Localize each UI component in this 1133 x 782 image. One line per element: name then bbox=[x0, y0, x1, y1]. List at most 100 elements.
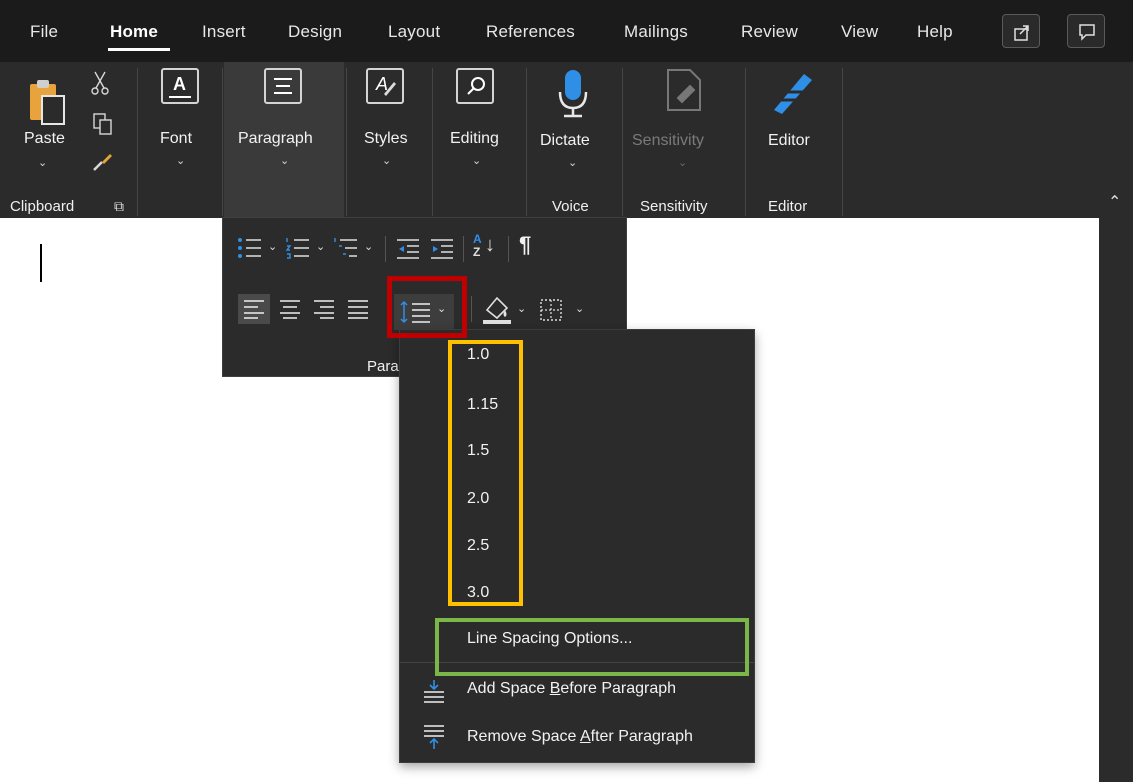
toolbar-separator bbox=[508, 236, 509, 262]
paragraph-group-label: Para bbox=[367, 358, 399, 375]
group-separator bbox=[622, 68, 623, 216]
align-center-icon[interactable] bbox=[278, 299, 302, 319]
toolbar-separator bbox=[463, 236, 464, 262]
font-label: Font bbox=[160, 130, 193, 147]
toolbar-separator bbox=[385, 236, 386, 262]
chevron-down-icon: ⌄ bbox=[568, 157, 578, 169]
dictate-button[interactable]: Dictate ⌄ bbox=[534, 68, 614, 188]
group-separator bbox=[526, 68, 527, 216]
tab-home[interactable]: Home bbox=[110, 22, 158, 42]
pilcrow-icon[interactable]: ¶ bbox=[519, 232, 531, 258]
multilevel-list-icon[interactable] bbox=[333, 236, 359, 260]
tab-references[interactable]: References bbox=[486, 22, 575, 42]
chevron-down-icon: ⌄ bbox=[280, 155, 290, 167]
label-part: Add Space bbox=[467, 680, 550, 697]
tab-design[interactable]: Design bbox=[288, 22, 342, 42]
dialog-launcher-icon[interactable]: ⧉ bbox=[114, 198, 124, 215]
add-space-before-icon bbox=[424, 680, 444, 703]
sensitivity-label: Sensitivity bbox=[632, 132, 705, 149]
bullets-icon[interactable] bbox=[237, 236, 263, 260]
paragraph-icon bbox=[264, 68, 302, 104]
group-label-sensitivity: Sensitivity bbox=[640, 198, 708, 215]
group-separator bbox=[222, 68, 223, 216]
annotation-box-yellow bbox=[448, 340, 523, 606]
home-ribbon: Paste ⌄ Clipboard ⧉ A Font ⌄ Paragraph ⌄ bbox=[0, 62, 1133, 218]
group-separator bbox=[346, 68, 347, 216]
shading-icon bbox=[483, 296, 511, 324]
align-right-icon[interactable] bbox=[312, 299, 336, 319]
remove-space-after-label: Remove Space After Paragraph bbox=[467, 728, 693, 746]
annotation-box-green bbox=[435, 618, 749, 676]
access-key: A bbox=[579, 728, 591, 745]
comments-button[interactable] bbox=[1067, 14, 1105, 48]
active-tab-indicator bbox=[108, 48, 170, 51]
borders-icon[interactable] bbox=[539, 298, 563, 322]
editor-label: Editor bbox=[768, 132, 810, 149]
shading-button[interactable] bbox=[481, 292, 515, 326]
tab-layout[interactable]: Layout bbox=[388, 22, 440, 42]
add-space-before-label: Add Space Before Paragraph bbox=[467, 680, 676, 698]
tab-insert[interactable]: Insert bbox=[202, 22, 246, 42]
chevron-down-icon: ⌄ bbox=[472, 155, 482, 167]
tab-review[interactable]: Review bbox=[741, 22, 798, 42]
tab-mailings[interactable]: Mailings bbox=[624, 22, 688, 42]
group-label-voice: Voice bbox=[552, 198, 589, 215]
align-left-icon[interactable] bbox=[242, 299, 266, 319]
increase-indent-icon[interactable] bbox=[429, 236, 455, 260]
group-label-editor: Editor bbox=[768, 198, 808, 215]
comment-icon bbox=[1079, 24, 1095, 41]
share-button[interactable] bbox=[1002, 14, 1040, 48]
editing-icon bbox=[456, 68, 494, 104]
annotation-box-red bbox=[387, 276, 467, 338]
styles-label: Styles bbox=[364, 130, 408, 147]
group-label-clipboard: Clipboard bbox=[10, 198, 75, 215]
chevron-down-icon: ⌄ bbox=[678, 157, 688, 169]
chevron-down-icon[interactable]: ⌄ bbox=[316, 240, 325, 253]
access-key: B bbox=[549, 680, 561, 697]
chevron-down-icon[interactable]: ⌄ bbox=[517, 302, 526, 315]
tab-file[interactable]: File bbox=[30, 22, 58, 42]
collapse-ribbon-icon[interactable]: ⌃ bbox=[1108, 192, 1121, 212]
paste-label: Paste bbox=[24, 130, 65, 147]
chevron-down-icon[interactable]: ⌄ bbox=[575, 302, 584, 315]
editing-button[interactable]: Editing ⌄ bbox=[438, 68, 516, 188]
remove-space-after-item[interactable]: Remove Space After Paragraph bbox=[400, 720, 754, 756]
tab-view[interactable]: View bbox=[841, 22, 878, 42]
sort-icon[interactable]: A Z ↓ bbox=[473, 232, 503, 262]
tab-help[interactable]: Help bbox=[917, 22, 953, 42]
group-separator bbox=[432, 68, 433, 216]
text-cursor bbox=[40, 244, 42, 282]
copy-icon[interactable] bbox=[92, 112, 114, 136]
add-space-before-item[interactable]: Add Space Before Paragraph bbox=[400, 674, 754, 710]
editor-button[interactable]: Editor bbox=[754, 68, 834, 188]
cut-icon[interactable] bbox=[90, 70, 110, 96]
paragraph-label: Paragraph bbox=[238, 130, 313, 147]
numbering-icon[interactable] bbox=[285, 236, 311, 260]
group-separator bbox=[842, 68, 843, 216]
chevron-down-icon: ⌄ bbox=[38, 157, 48, 169]
label-part: fter Paragraph bbox=[590, 728, 693, 745]
ribbon-tab-bar: File Home Insert Design Layout Reference… bbox=[0, 0, 1133, 62]
remove-space-after-icon bbox=[424, 725, 444, 749]
dictate-label: Dictate bbox=[540, 132, 590, 149]
label-part: efore Paragraph bbox=[560, 680, 677, 697]
group-separator bbox=[745, 68, 746, 216]
styles-icon: A bbox=[366, 68, 404, 104]
styles-button[interactable]: A Styles ⌄ bbox=[352, 68, 424, 188]
group-separator bbox=[137, 68, 138, 216]
document-scrollbar-area[interactable] bbox=[1099, 218, 1133, 782]
chevron-down-icon: ⌄ bbox=[382, 155, 392, 167]
chevron-down-icon[interactable]: ⌄ bbox=[364, 240, 373, 253]
dictate-icon bbox=[558, 70, 588, 118]
decrease-indent-icon[interactable] bbox=[395, 236, 421, 260]
toolbar-separator bbox=[471, 296, 472, 322]
paragraph-button[interactable]: Paragraph ⌄ bbox=[228, 68, 340, 188]
chevron-down-icon[interactable]: ⌄ bbox=[268, 240, 277, 253]
format-painter-icon[interactable] bbox=[90, 150, 114, 174]
editing-label: Editing bbox=[450, 130, 499, 147]
sensitivity-icon bbox=[667, 69, 701, 111]
paste-button[interactable]: Paste ⌄ bbox=[20, 76, 80, 186]
justify-icon[interactable] bbox=[346, 299, 370, 319]
font-button[interactable]: A Font ⌄ bbox=[148, 68, 212, 188]
font-icon: A bbox=[161, 68, 199, 104]
